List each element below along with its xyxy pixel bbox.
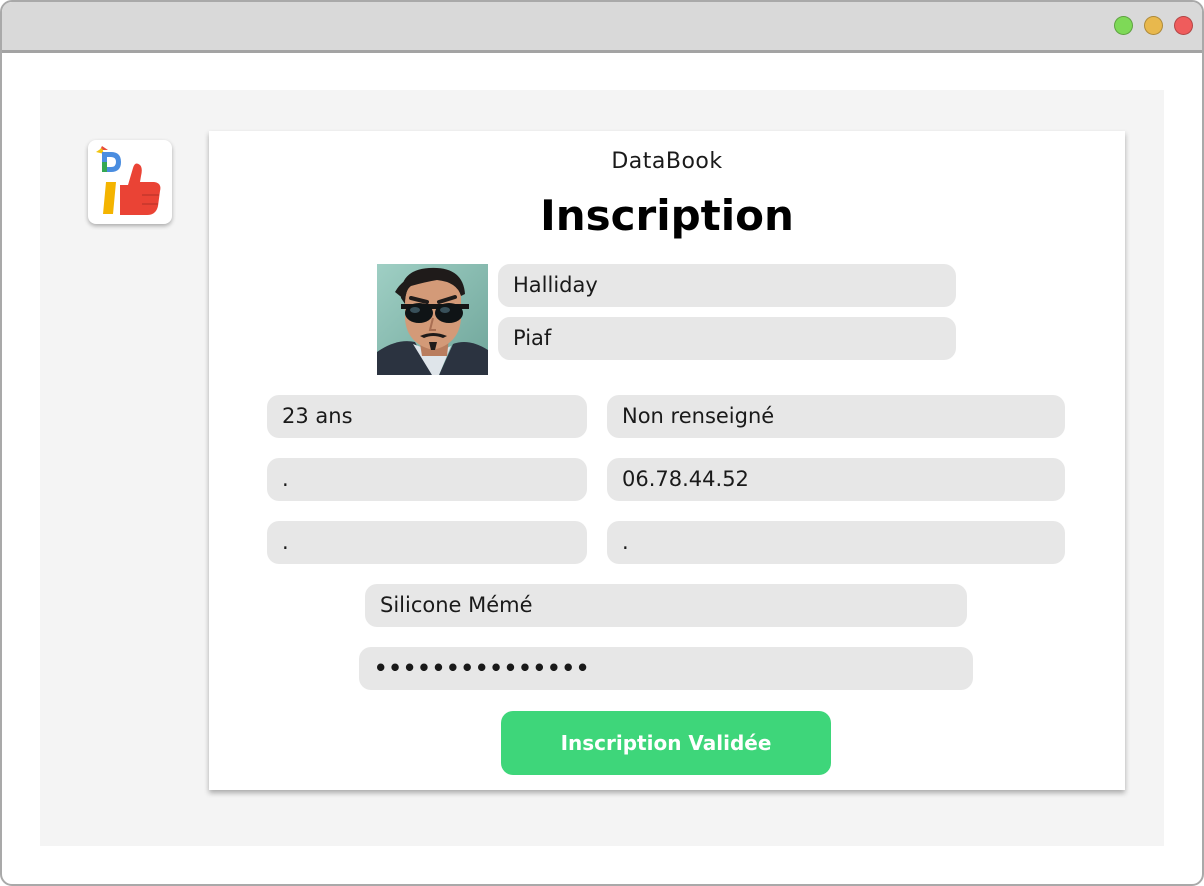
password-field[interactable]: •••••••••••••••: [359, 647, 973, 690]
minimize-button[interactable]: [1144, 16, 1163, 35]
brand-name: DataBook: [611, 149, 723, 174]
username-field[interactable]: Silicone Mémé: [365, 584, 967, 627]
maximize-button[interactable]: [1114, 16, 1133, 35]
window-titlebar: [2, 2, 1202, 53]
app-logo[interactable]: [88, 140, 172, 224]
age-field[interactable]: 23 ans: [267, 395, 587, 438]
first-name-field[interactable]: Piaf: [498, 317, 956, 360]
avatar-icon: [377, 264, 488, 375]
phone-field[interactable]: 06.78.44.52: [607, 458, 1065, 501]
signup-card: DataBook Inscription Halliday Piaf 23 an…: [209, 131, 1125, 790]
last-name-field[interactable]: Halliday: [498, 264, 956, 307]
page-title: Inscription: [540, 191, 794, 240]
avatar[interactable]: [377, 264, 488, 375]
close-button[interactable]: [1174, 16, 1193, 35]
text-field-row3-right[interactable]: .: [607, 521, 1065, 564]
text-field-row3-left[interactable]: .: [267, 521, 587, 564]
text-field-row2-left[interactable]: .: [267, 458, 587, 501]
thumbs-up-icon: [96, 146, 161, 215]
page-canvas: DataBook Inscription Halliday Piaf 23 an…: [40, 90, 1164, 846]
submit-button[interactable]: Inscription Validée: [501, 711, 831, 775]
browser-window: DataBook Inscription Halliday Piaf 23 an…: [0, 0, 1204, 886]
gender-field[interactable]: Non renseigné: [607, 395, 1065, 438]
